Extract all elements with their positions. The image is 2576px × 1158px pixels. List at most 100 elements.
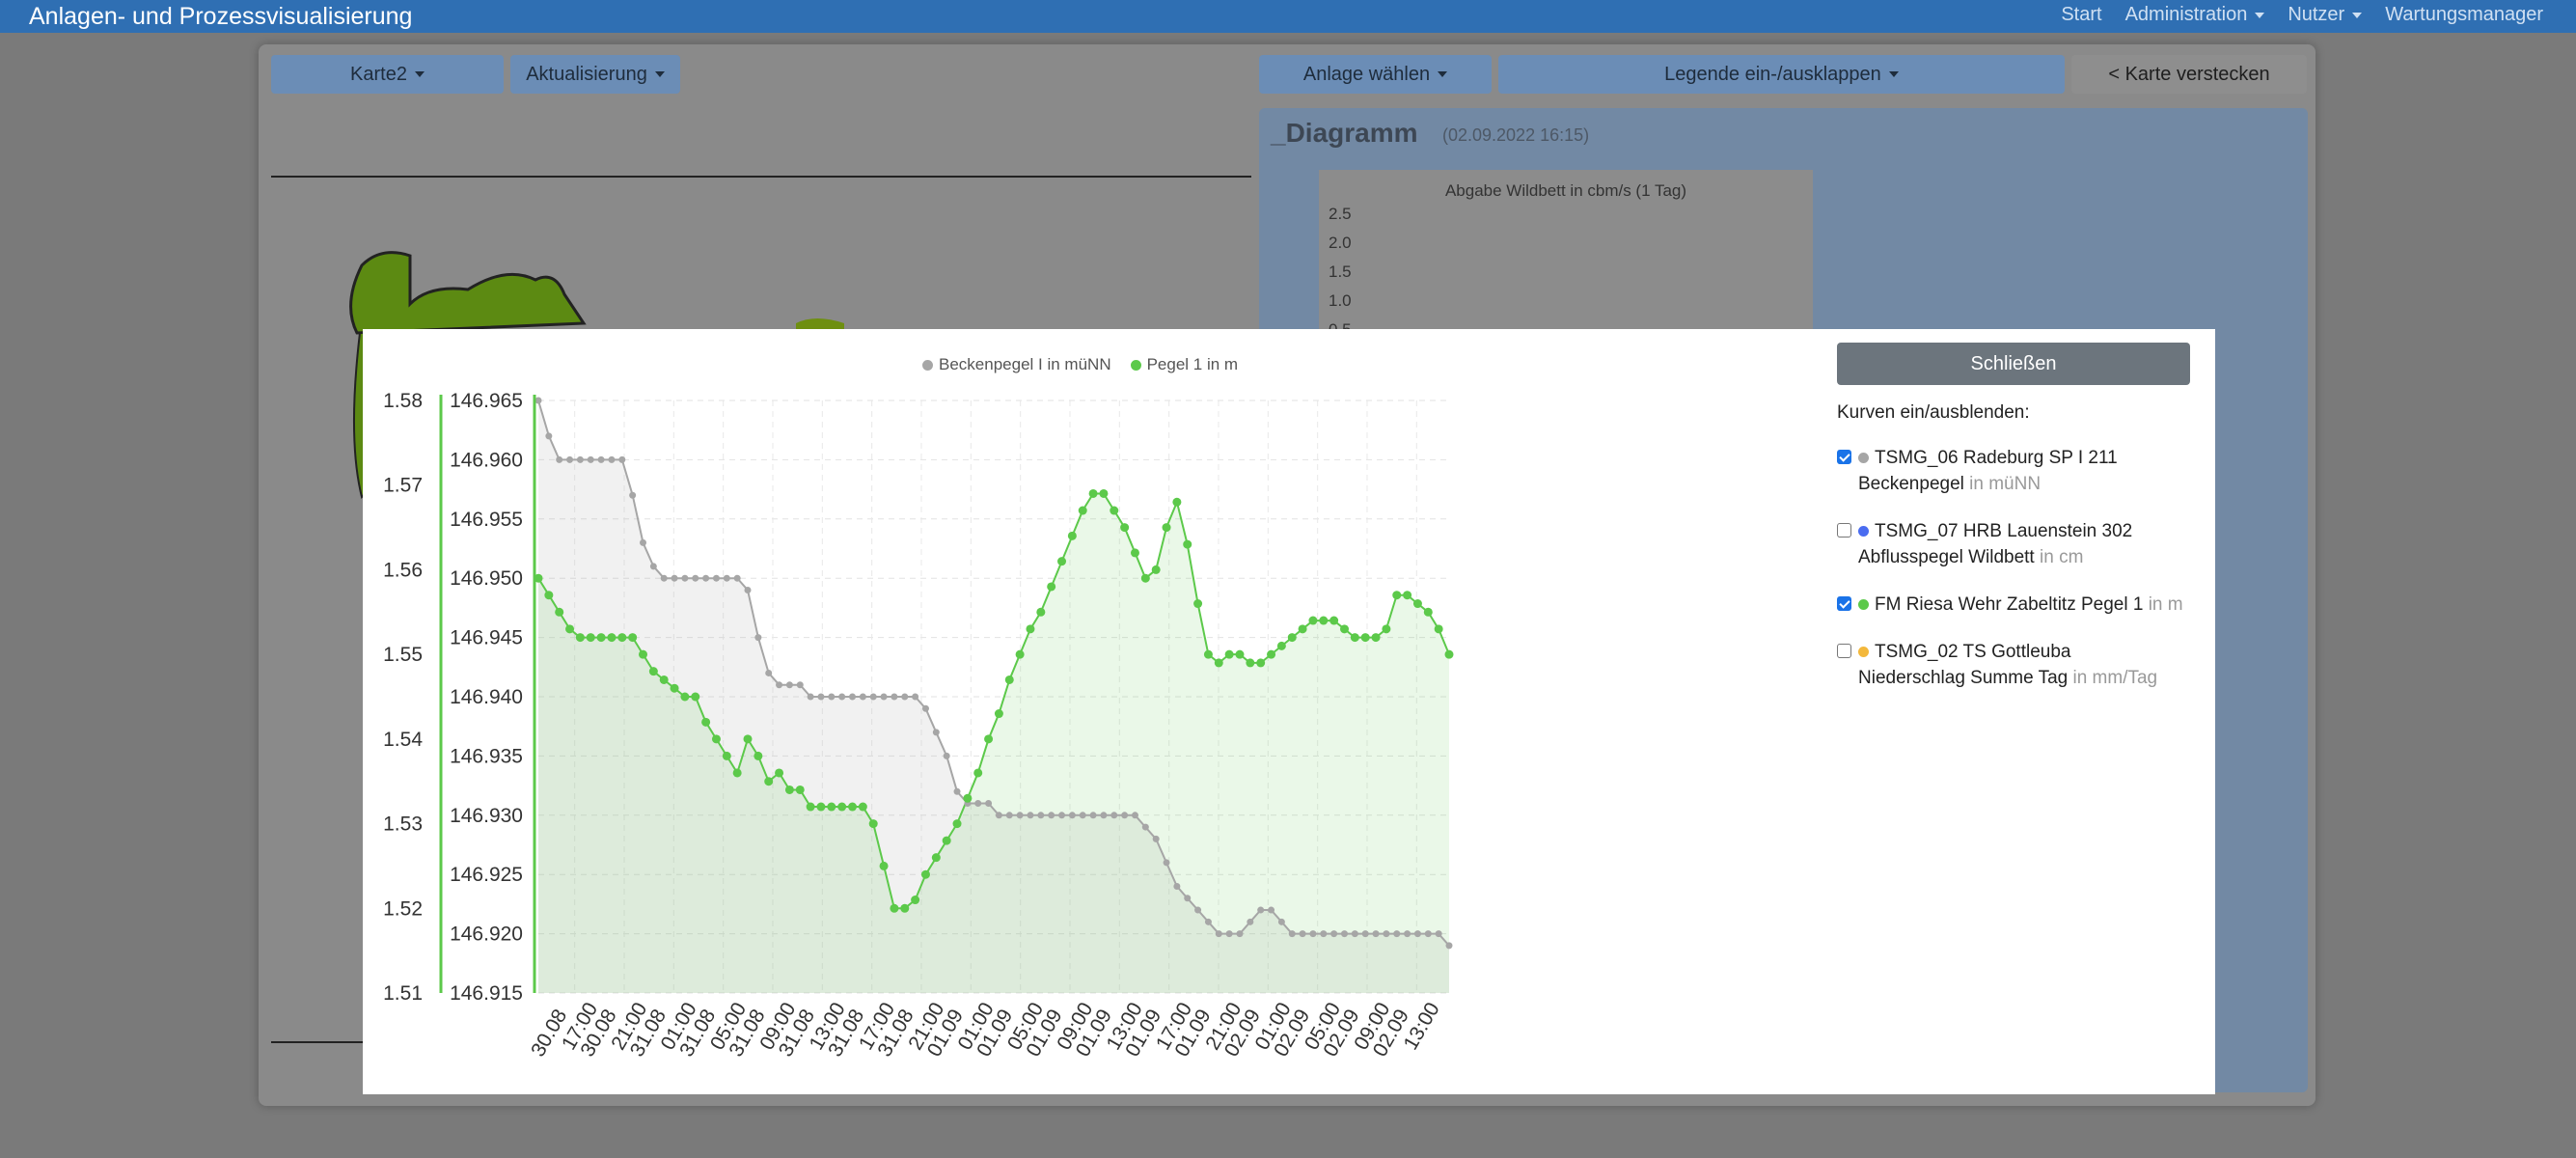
map-top-divider [271,176,1251,178]
series-point-0 [640,538,647,546]
series-point-0 [1131,812,1138,819]
mini-chart: Abgabe Wildbett in cbm/s (1 Tag) 2.5 2.0… [1319,170,1813,344]
series-point-0 [545,432,553,440]
series-point-0 [1361,930,1369,938]
series-point-0 [1121,812,1129,819]
series-point-0 [1027,812,1034,819]
curve-toggle-item[interactable]: TSMG_06 Radeburg SP I 211 Beckenpegel in… [1837,445,2190,497]
series-point-1 [1319,616,1329,625]
line-chart[interactable]: 146.965 146.960 146.955 146.950 146.945 146.9… [363,329,1810,1094]
series-point-0 [1194,906,1202,914]
y-right-tick-label: 1.52 [383,897,423,920]
series-point-0 [953,787,961,795]
series-point-1 [911,896,920,905]
curve-checkbox[interactable] [1837,450,1851,464]
series-point-0 [702,574,710,582]
diagram-date: (02.09.2022 16:15) [1442,125,1590,145]
curve-checkbox[interactable] [1837,596,1851,611]
series-point-1 [659,675,669,684]
series-point-0 [692,574,699,582]
curve-color-dot-icon [1858,453,1869,464]
anlage-label: Anlage wählen [1302,63,1431,85]
series-point-1 [1339,624,1349,634]
series-point-0 [1424,930,1432,938]
series-point-1 [1172,497,1182,507]
nav-wartungsmanager[interactable]: Wartungsmanager [2385,4,2543,26]
series-point-0 [1445,942,1453,950]
series-point-1 [1078,506,1087,515]
karte-dropdown-button[interactable]: Karte2 [271,55,504,94]
series-point-0 [1340,930,1348,938]
curve-subname: Beckenpegel [1858,474,1970,494]
curve-toggle-item[interactable]: TSMG_07 HRB Lauenstein 302 Abflusspegel … [1837,518,2190,570]
series-point-0 [1141,823,1149,831]
curve-toggle-item[interactable]: FM Riesa Wehr Zabeltitz Pegel 1 in m [1837,592,2190,618]
series-point-1 [1308,616,1318,625]
legende-toggle-button[interactable]: Legende ein-/ausklappen [1498,55,2065,94]
series-point-1 [670,683,679,693]
y-left-tick-label: 146.965 [450,390,523,412]
series-point-1 [837,802,847,812]
series-point-1 [994,709,1003,719]
nav-administration[interactable]: Administration [2125,4,2265,26]
series-point-0 [1320,930,1328,938]
y-left-tick-label: 146.930 [450,805,523,827]
series-point-1 [1434,624,1443,634]
series-point-0 [1404,930,1411,938]
series-point-0 [754,634,762,642]
series-point-1 [680,692,690,702]
karte-verstecken-button[interactable]: < Karte verstecken [2071,55,2307,94]
series-point-1 [764,777,774,786]
series-point-1 [1067,531,1077,540]
curve-name: FM Riesa Wehr Zabeltitz Pegel 1 [1875,594,2149,615]
series-point-0 [901,693,909,701]
series-point-1 [984,734,994,744]
series-point-1 [1193,599,1203,609]
series-point-1 [1350,633,1359,643]
curve-checkbox[interactable] [1837,523,1851,538]
caret-down-icon [1438,71,1448,77]
nav-nutzer[interactable]: Nutzer [2288,4,2363,26]
app-brand[interactable]: Anlagen- und Prozessvisualisierung [29,3,412,31]
series-point-0 [859,693,866,701]
top-navbar: Anlagen- und Prozessvisualisierung Start… [0,0,2576,33]
caret-down-icon [414,71,425,77]
y-left-tick-label: 146.940 [450,686,523,708]
y-right-tick-label: 1.56 [383,559,423,581]
series-point-0 [765,669,773,676]
series-point-1 [1120,523,1130,533]
series-point-0 [733,574,741,582]
curve-name: TSMG_07 HRB Lauenstein 302 [1875,521,2133,541]
legende-label: Legende ein-/ausklappen [1664,63,1881,85]
series-point-0 [1383,930,1390,938]
series-point-0 [1058,812,1066,819]
series-point-0 [1079,812,1086,819]
series-point-0 [985,800,993,808]
anlage-waehlen-button[interactable]: Anlage wählen [1259,55,1492,94]
series-point-0 [744,586,752,593]
curve-checkbox[interactable] [1837,644,1851,658]
diagram-title: _Diagramm [1271,118,1418,148]
series-point-0 [681,574,689,582]
nav-start[interactable]: Start [2061,4,2101,26]
series-point-0 [849,693,857,701]
series-point-1 [1256,658,1266,668]
series-point-0 [1152,835,1160,842]
close-button[interactable]: Schließen [1837,343,2190,385]
series-point-0 [629,491,637,499]
y-right-tick-label: 1.58 [383,390,423,412]
series-point-0 [723,574,730,582]
series-point-0 [1089,812,1097,819]
series-point-1 [1382,624,1391,634]
curve-toggle-item[interactable]: TSMG_02 TS Gottleuba Niederschlag Summe … [1837,639,2190,691]
series-point-0 [1288,930,1296,938]
series-point-1 [1371,633,1381,643]
series-point-1 [963,793,973,803]
series-point-1 [1267,649,1276,659]
series-point-1 [1036,607,1046,617]
y-left-tick-label: 146.915 [450,982,523,1005]
series-point-1 [1047,582,1056,592]
aktualisierung-dropdown-button[interactable]: Aktualisierung [510,55,680,94]
series-point-1 [868,819,878,829]
series-point-1 [1235,649,1245,659]
